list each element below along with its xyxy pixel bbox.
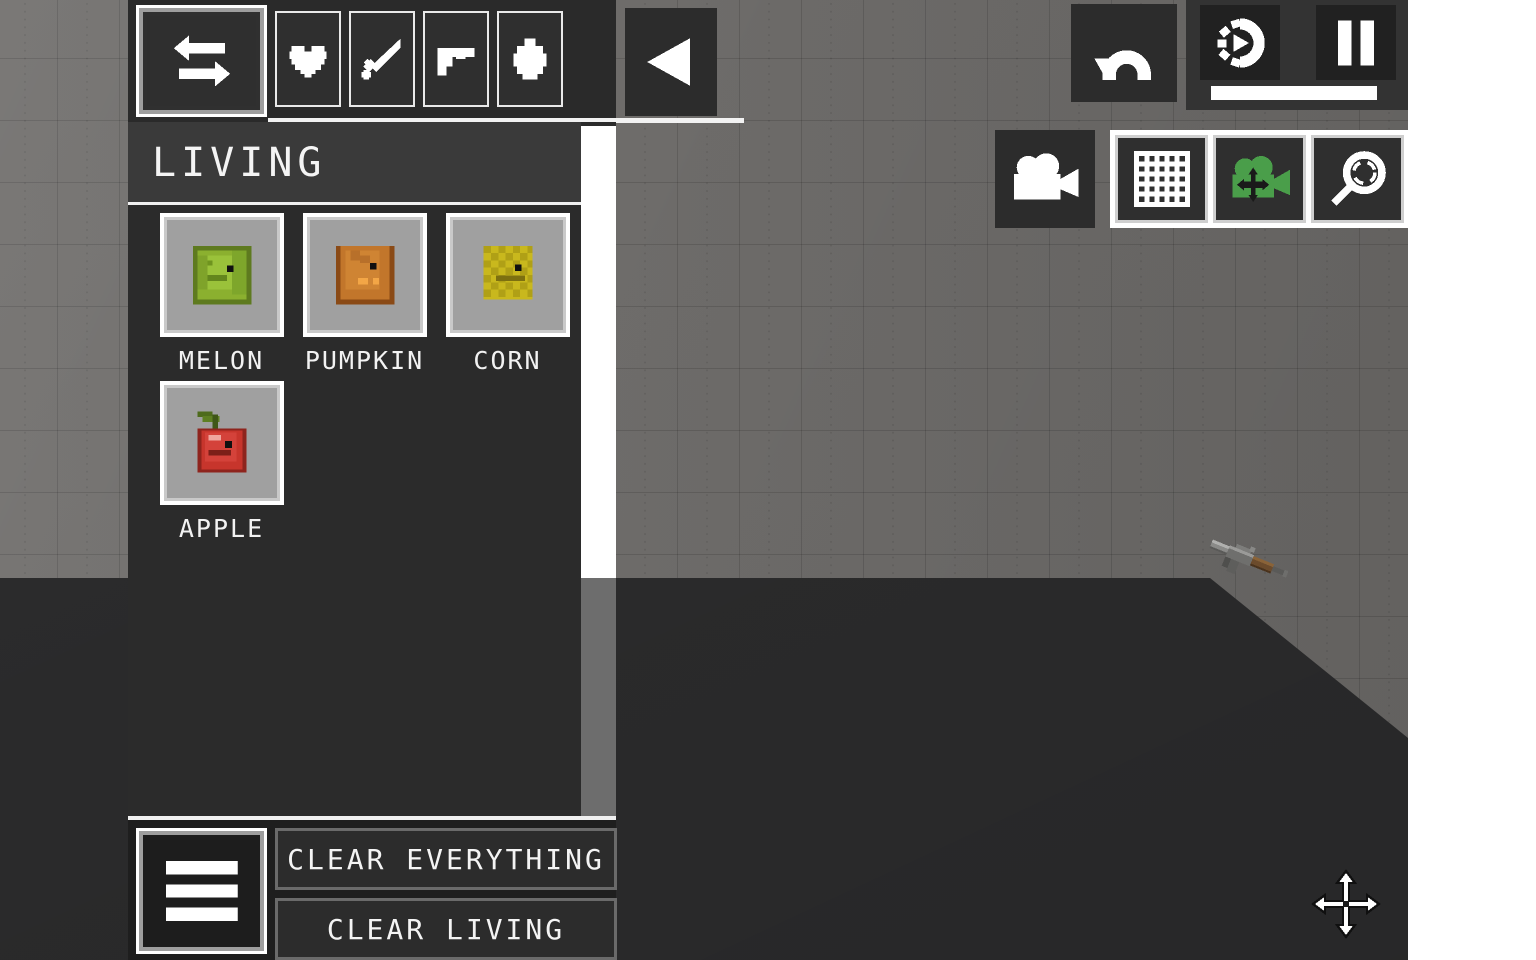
camera-tool-row (1110, 130, 1408, 228)
undo-arrow-icon (1089, 21, 1159, 86)
move-cross-icon[interactable] (1310, 868, 1382, 940)
scrollbar-thumb[interactable] (581, 126, 616, 578)
list-item[interactable]: CORN (436, 213, 579, 375)
list-item-label: APPLE (178, 514, 265, 543)
video-camera-icon (1009, 149, 1081, 210)
bottom-bar: CLEAR EVERYTHING CLEAR LIVING (128, 820, 617, 960)
sword-icon (360, 26, 405, 92)
speed-button[interactable] (1200, 5, 1280, 80)
pause-icon (1327, 16, 1385, 70)
list-item[interactable]: APPLE (150, 381, 293, 543)
assault-rifle-prop[interactable] (1200, 536, 1288, 592)
health-tool[interactable] (275, 11, 341, 107)
tool-toolbar (128, 0, 744, 123)
clear-everything-button[interactable]: CLEAR EVERYTHING (275, 828, 617, 890)
heart-icon (286, 26, 331, 92)
scrollbar-lower-region[interactable] (581, 578, 616, 816)
list-item-label: PUMPKIN (304, 346, 425, 375)
item-panel: LIVING MELON PUMPKIN CORN APPLE (128, 122, 616, 820)
grid-icon (1129, 149, 1193, 210)
undo-button[interactable] (1071, 4, 1177, 102)
clear-living-button[interactable]: CLEAR LIVING (275, 898, 617, 960)
speed-dial-icon (1211, 16, 1269, 70)
triangle-left-icon (642, 29, 699, 96)
app-root: LIVING MELON PUMPKIN CORN APPLE CLEAR EV… (0, 0, 1536, 960)
grenade-icon (508, 26, 553, 92)
tool-toolbar-strip (128, 0, 616, 122)
corn-icon[interactable] (445, 213, 570, 337)
melee-tool[interactable] (349, 11, 415, 107)
zoom-tool-button[interactable] (1311, 135, 1404, 223)
swap-tool[interactable] (136, 5, 267, 117)
list-item-label: MELON (178, 346, 265, 375)
list-item[interactable]: MELON (150, 213, 293, 375)
grenade-tool[interactable] (497, 11, 563, 107)
menu-button[interactable] (136, 828, 267, 954)
gun-tool[interactable] (423, 11, 489, 107)
apple-icon[interactable] (159, 381, 284, 505)
camera-move-button[interactable] (1213, 135, 1306, 223)
list-item-label: CORN (473, 346, 542, 375)
pumpkin-icon[interactable] (302, 213, 427, 337)
melon-icon[interactable] (159, 213, 284, 337)
item-grid: MELON PUMPKIN CORN APPLE (150, 213, 580, 549)
grid-toggle-button[interactable] (1115, 135, 1208, 223)
list-item[interactable]: PUMPKIN (293, 213, 436, 375)
green-camera-move-icon (1227, 149, 1291, 210)
pause-button[interactable] (1316, 5, 1396, 80)
swap-arrows-icon (165, 30, 238, 91)
video-camera-button[interactable] (995, 130, 1095, 228)
hamburger-icon (165, 861, 238, 921)
panel-header: LIVING (128, 122, 581, 202)
magnifier-icon (1325, 149, 1389, 210)
panel-body[interactable]: MELON PUMPKIN CORN APPLE (128, 205, 581, 820)
pistol-icon (434, 26, 479, 92)
collapse-panel-button[interactable] (625, 8, 717, 116)
speed-progress-bar[interactable] (1211, 86, 1377, 100)
simulation-speed-group (1186, 0, 1408, 110)
page-title: LIVING (152, 140, 327, 186)
